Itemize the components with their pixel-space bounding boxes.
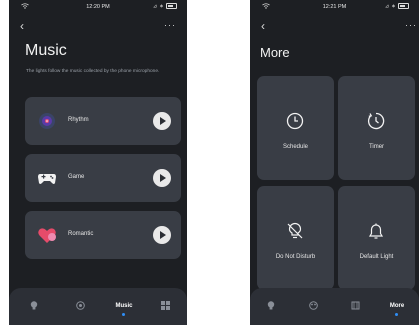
clock-icon xyxy=(285,111,305,131)
gamepad-icon xyxy=(37,168,57,188)
tile-default-light[interactable]: Default Light xyxy=(338,186,415,290)
music-mode-rhythm[interactable]: Rhythm xyxy=(25,97,181,145)
music-screen: 12:20 PM ⊿ ∗ ‹ ··· Music The lights foll… xyxy=(9,0,187,325)
film-icon xyxy=(351,301,359,310)
more-menu-button[interactable]: ··· xyxy=(164,20,176,30)
tab-grid[interactable] xyxy=(150,301,180,312)
music-mode-label: Rhythm xyxy=(68,117,89,123)
music-mode-romantic[interactable]: Romantic xyxy=(25,211,181,259)
bulb-off-icon xyxy=(285,221,305,241)
tab-more[interactable]: More xyxy=(382,303,412,316)
tile-schedule[interactable]: Schedule xyxy=(257,76,334,180)
bulb-icon xyxy=(30,301,38,310)
tile-label: Default Light xyxy=(359,254,394,260)
page-title: More xyxy=(260,45,290,60)
status-right-icons: ⊿ ∗ xyxy=(385,3,409,9)
back-button[interactable]: ‹ xyxy=(20,19,24,33)
grid-icon xyxy=(160,301,170,310)
timer-icon xyxy=(366,111,386,131)
music-mode-game[interactable]: Game xyxy=(25,154,181,202)
tab-palette[interactable] xyxy=(65,301,95,312)
tile-label: Schedule xyxy=(282,144,309,150)
play-button[interactable] xyxy=(153,112,171,130)
tab-bulb[interactable] xyxy=(19,301,49,312)
page-title: Music xyxy=(25,42,67,59)
tile-label: Timer xyxy=(368,144,385,150)
music-mode-label: Game xyxy=(68,174,85,180)
page-subtitle: The lights follow the music collected by… xyxy=(26,69,160,74)
tile-timer[interactable]: Timer xyxy=(338,76,415,180)
tile-do-not-disturb[interactable]: Do Not Disturb xyxy=(257,186,334,290)
status-right-icons: ⊿ ∗ xyxy=(153,3,177,9)
tab-music[interactable]: Music xyxy=(109,303,139,316)
play-button[interactable] xyxy=(153,226,171,244)
palette-icon xyxy=(75,301,85,310)
status-bar: 12:20 PM ⊿ ∗ xyxy=(9,3,187,12)
vinyl-record-icon xyxy=(37,111,57,131)
play-button[interactable] xyxy=(153,169,171,187)
more-menu-button[interactable]: ··· xyxy=(405,20,417,30)
bulb-icon xyxy=(267,301,275,310)
bottom-tab-bar: More xyxy=(250,288,419,325)
tab-palette[interactable] xyxy=(298,301,328,312)
battery-icon xyxy=(398,3,409,9)
more-screen: 12:21 PM ⊿ ∗ ‹ ··· More Schedule Timer D… xyxy=(250,0,419,325)
tab-bulb[interactable] xyxy=(256,301,286,312)
battery-icon xyxy=(166,3,177,9)
music-mode-label: Romantic xyxy=(68,231,94,237)
tab-film[interactable] xyxy=(340,301,370,312)
tile-label: Do Not Disturb xyxy=(275,254,316,260)
heart-icon xyxy=(37,225,57,245)
bell-icon xyxy=(366,221,386,241)
back-button[interactable]: ‹ xyxy=(261,19,265,33)
status-bar: 12:21 PM ⊿ ∗ xyxy=(250,3,419,12)
bottom-tab-bar: Music xyxy=(9,288,187,325)
palette-icon xyxy=(308,301,318,310)
